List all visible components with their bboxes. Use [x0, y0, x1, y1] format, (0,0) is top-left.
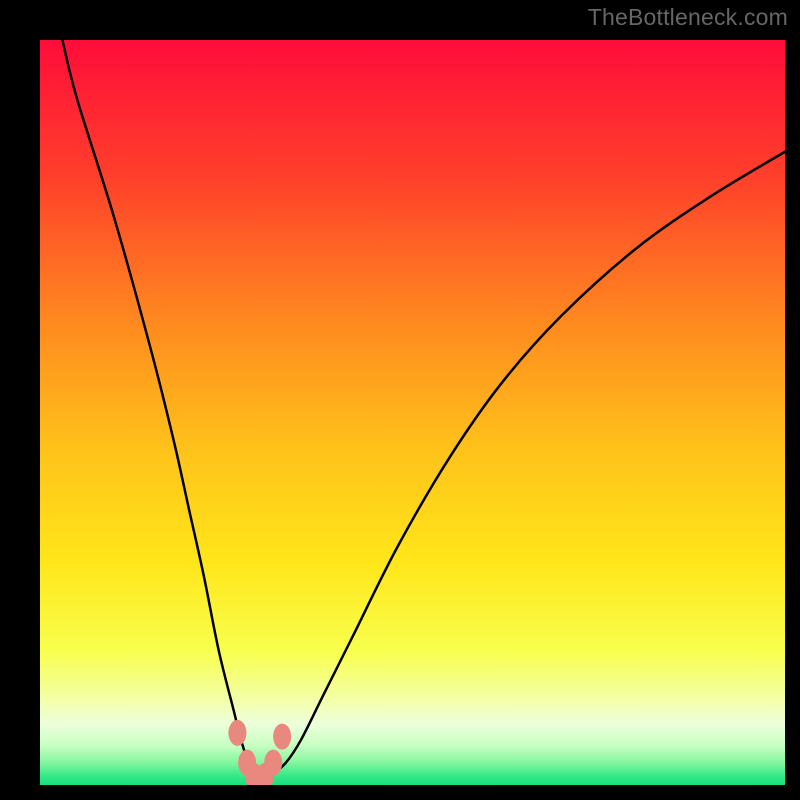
chart-frame: TheBottleneck.com: [0, 0, 800, 800]
watermark-text: TheBottleneck.com: [588, 4, 788, 31]
curve-marker: [228, 720, 246, 746]
gradient-background: [40, 40, 785, 785]
curve-marker: [264, 750, 282, 776]
curve-marker: [273, 724, 291, 750]
bottleneck-chart: [40, 40, 785, 785]
plot-area: [40, 40, 785, 785]
